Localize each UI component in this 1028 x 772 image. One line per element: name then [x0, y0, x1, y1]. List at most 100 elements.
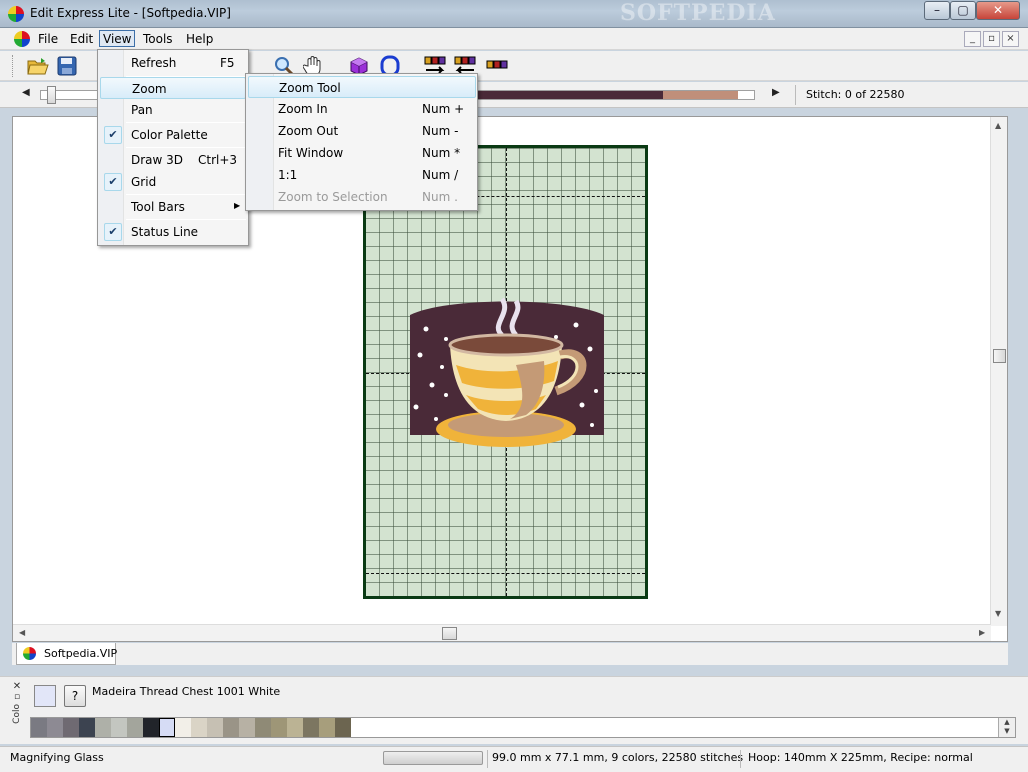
menu-item-label: Refresh: [131, 56, 177, 70]
stitch-prev-arrow-icon[interactable]: ◀: [22, 87, 30, 98]
palette-close-icon[interactable]: ✕: [8, 681, 26, 692]
view-menu-dropdown: Refresh F5 Zoom Pan ✔ Color Palette Draw…: [97, 49, 249, 246]
menu-item-label: Zoom to Selection: [278, 190, 388, 204]
menu-item-refresh[interactable]: Refresh F5: [100, 52, 246, 74]
palette-side-controls: ✕ ▫ Colo: [8, 681, 26, 741]
document-logo-icon[interactable]: [14, 31, 30, 47]
app-logo-icon[interactable]: [8, 6, 24, 22]
selected-color-swatch[interactable]: [34, 685, 56, 707]
stitch-slider-thumb[interactable]: [47, 86, 56, 104]
palette-swatch[interactable]: [255, 718, 271, 737]
menu-item-pan[interactable]: Pan: [100, 99, 246, 121]
menu-item-label: Zoom Tool: [279, 81, 341, 95]
menu-item-status-line[interactable]: ✔ Status Line: [100, 221, 246, 243]
mdi-minimize-button[interactable]: _: [964, 31, 981, 47]
menu-item-label: 1:1: [278, 168, 298, 182]
open-folder-icon[interactable]: [26, 54, 50, 78]
menu-view[interactable]: View: [99, 30, 136, 47]
stitch-color-band-light: [663, 91, 738, 99]
palette-swatch[interactable]: [79, 718, 95, 737]
spin-down-icon[interactable]: ▼: [999, 727, 1015, 736]
status-hoop: Hoop: 140mm X 225mm, Recipe: normal: [748, 751, 973, 764]
palette-swatch[interactable]: [47, 718, 63, 737]
minimize-button[interactable]: –: [924, 1, 950, 20]
menu-item-label: Fit Window: [278, 146, 344, 160]
menu-edit[interactable]: Edit: [67, 31, 96, 48]
checkmark-icon: ✔: [104, 173, 122, 191]
menu-item-zoom-in[interactable]: Zoom In Num +: [248, 98, 476, 120]
horizontal-scroll-thumb[interactable]: [442, 627, 457, 640]
menu-item-label: Zoom: [132, 82, 167, 96]
palette-swatch[interactable]: [127, 718, 143, 737]
scroll-down-arrow-icon[interactable]: ▼: [995, 609, 1001, 618]
hoop-bottom-guide-line: [366, 573, 645, 574]
palette-swatch[interactable]: [191, 718, 207, 737]
menu-item-zoom[interactable]: Zoom: [100, 77, 246, 99]
menu-item-grid[interactable]: ✔ Grid: [100, 171, 246, 193]
palette-spin-buttons[interactable]: ▲ ▼: [998, 718, 1015, 737]
palette-swatch[interactable]: [159, 718, 175, 737]
menu-help[interactable]: Help: [183, 31, 216, 48]
mdi-restore-button[interactable]: ▫: [983, 31, 1000, 47]
menu-item-label: Tool Bars: [131, 200, 185, 214]
vertical-scroll-thumb[interactable]: [993, 349, 1006, 363]
menu-bar: File Edit View Tools Help _ ▫ ×: [0, 28, 1028, 50]
stitch-color-band-dark: [470, 91, 663, 99]
scroll-up-arrow-icon[interactable]: ▲: [995, 121, 1001, 130]
thread-prev-icon[interactable]: [485, 54, 509, 78]
menu-item-shortcut: Num /: [422, 168, 459, 182]
palette-swatch[interactable]: [31, 718, 47, 737]
menu-item-color-palette[interactable]: ✔ Color Palette: [100, 124, 246, 146]
horizontal-scrollbar[interactable]: ◀ ▶: [13, 624, 991, 641]
palette-swatch[interactable]: [303, 718, 319, 737]
color-palette-bar: ✕ ▫ Colo ? Madeira Thread Chest 1001 Whi…: [0, 676, 1028, 744]
toolbar-grip[interactable]: [12, 55, 15, 77]
menu-item-tool-bars[interactable]: Tool Bars ▶: [100, 196, 246, 218]
coffee-cup-design: [410, 297, 604, 447]
close-button[interactable]: ✕: [976, 1, 1020, 20]
embroidery-hoop: [363, 145, 648, 599]
palette-minimize-icon[interactable]: ▫: [8, 692, 26, 702]
scroll-right-arrow-icon[interactable]: ▶: [979, 628, 985, 637]
palette-swatch[interactable]: [175, 718, 191, 737]
maximize-button[interactable]: ▢: [950, 1, 976, 20]
menu-item-label: Pan: [131, 103, 153, 117]
menu-item-zoom-tool[interactable]: Zoom Tool: [248, 76, 476, 98]
mdi-close-button[interactable]: ×: [1002, 31, 1019, 47]
palette-swatch[interactable]: [63, 718, 79, 737]
status-divider: [487, 750, 488, 768]
palette-swatch[interactable]: [111, 718, 127, 737]
vertical-scrollbar[interactable]: ▲ ▼: [990, 117, 1007, 626]
menu-tools[interactable]: Tools: [140, 31, 176, 48]
palette-swatch[interactable]: [95, 718, 111, 737]
menu-item-fit-window[interactable]: Fit Window Num *: [248, 142, 476, 164]
spin-up-icon[interactable]: ▲: [999, 718, 1015, 727]
save-disk-icon[interactable]: [55, 54, 79, 78]
menu-item-draw-3d[interactable]: Draw 3D Ctrl+3: [100, 149, 246, 171]
scroll-left-arrow-icon[interactable]: ◀: [19, 628, 25, 637]
palette-swatch[interactable]: [143, 718, 159, 737]
menu-item-shortcut: Num .: [422, 190, 458, 204]
stitch-next-arrow-icon[interactable]: ▶: [772, 87, 780, 98]
thread-help-button[interactable]: ?: [64, 685, 86, 707]
tab-label: Softpedia.VIP: [44, 647, 118, 660]
menu-item-shortcut: F5: [220, 56, 235, 70]
menu-item-zoom-to-selection: Zoom to Selection Num .: [248, 186, 476, 208]
palette-swatch[interactable]: [207, 718, 223, 737]
tab-softpedia-vip[interactable]: Softpedia.VIP: [16, 643, 118, 665]
palette-swatch[interactable]: [271, 718, 287, 737]
thread-name-label: Madeira Thread Chest 1001 White: [92, 685, 281, 698]
menu-item-zoom-out[interactable]: Zoom Out Num -: [248, 120, 476, 142]
softpedia-watermark: SOFTPEDIA: [620, 0, 776, 26]
palette-swatch[interactable]: [319, 718, 335, 737]
status-mode: Magnifying Glass: [10, 751, 104, 764]
palette-swatch[interactable]: [287, 718, 303, 737]
stitch-count-label: Stitch: 0 of 22580: [806, 88, 905, 101]
menu-item-one-to-one[interactable]: 1:1 Num /: [248, 164, 476, 186]
palette-swatch[interactable]: [223, 718, 239, 737]
menu-file[interactable]: File: [35, 31, 61, 48]
document-tab-strip: Softpedia.VIP: [12, 643, 1008, 665]
palette-swatch[interactable]: [239, 718, 255, 737]
palette-swatch[interactable]: [335, 718, 351, 737]
zoom-submenu: Zoom Tool Zoom In Num + Zoom Out Num - F…: [245, 73, 478, 211]
